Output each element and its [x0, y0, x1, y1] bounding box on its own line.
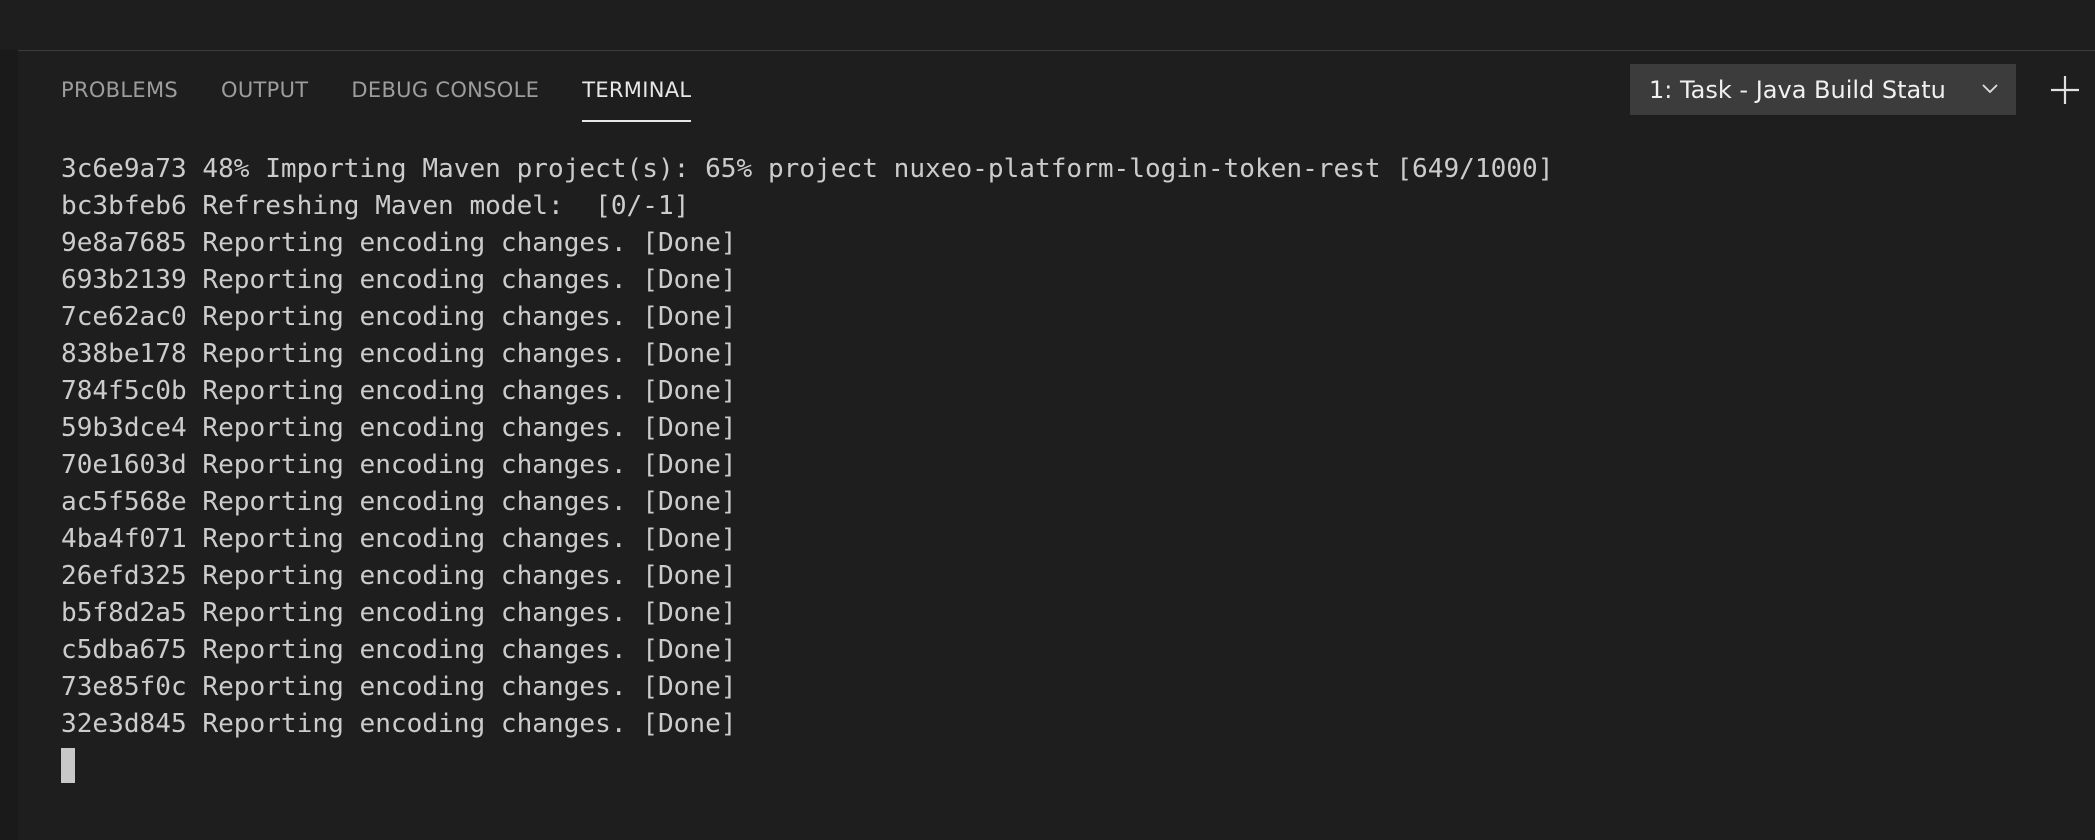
tab-problems[interactable]: PROBLEMS — [61, 51, 178, 123]
terminal-output[interactable]: 3c6e9a73 48% Importing Maven project(s):… — [61, 151, 2071, 783]
terminal-line: 7ce62ac0 Reporting encoding changes. [Do… — [61, 302, 737, 332]
plus-icon[interactable] — [2048, 73, 2082, 107]
terminal-line: 4ba4f071 Reporting encoding changes. [Do… — [61, 524, 737, 554]
terminal-task-dropdown[interactable]: 1: Task - Java Build Statu — [1630, 64, 2016, 115]
terminal-line: 70e1603d Reporting encoding changes. [Do… — [61, 450, 737, 480]
bottom-panel: PROBLEMS OUTPUT DEBUG CONSOLE TERMINAL 1… — [18, 50, 2095, 840]
terminal-line: 3c6e9a73 48% Importing Maven project(s):… — [61, 154, 1554, 184]
terminal-line: 59b3dce4 Reporting encoding changes. [Do… — [61, 413, 737, 443]
editor-area — [0, 0, 2095, 50]
activity-edge — [0, 50, 18, 840]
terminal-line: b5f8d2a5 Reporting encoding changes. [Do… — [61, 598, 737, 628]
terminal-cursor — [61, 748, 75, 783]
terminal-task-label: 1: Task - Java Build Statu — [1649, 75, 1946, 104]
tab-output[interactable]: OUTPUT — [221, 51, 308, 123]
terminal-line: ac5f568e Reporting encoding changes. [Do… — [61, 487, 737, 517]
terminal-line: 9e8a7685 Reporting encoding changes. [Do… — [61, 228, 737, 258]
terminal-line: bc3bfeb6 Refreshing Maven model: [0/-1] — [61, 191, 690, 221]
terminal-line: 838be178 Reporting encoding changes. [Do… — [61, 339, 737, 369]
terminal-line: c5dba675 Reporting encoding changes. [Do… — [61, 635, 737, 665]
tab-debug-console[interactable]: DEBUG CONSOLE — [351, 51, 539, 123]
terminal-line: 26efd325 Reporting encoding changes. [Do… — [61, 561, 737, 591]
panel-tabs: PROBLEMS OUTPUT DEBUG CONSOLE TERMINAL — [61, 51, 734, 123]
chevron-down-icon — [1982, 84, 1998, 94]
terminal-line: 693b2139 Reporting encoding changes. [Do… — [61, 265, 737, 295]
tab-terminal[interactable]: TERMINAL — [582, 51, 692, 123]
terminal-line: 73e85f0c Reporting encoding changes. [Do… — [61, 672, 737, 702]
terminal-line: 784f5c0b Reporting encoding changes. [Do… — [61, 376, 737, 406]
terminal-line: 32e3d845 Reporting encoding changes. [Do… — [61, 709, 737, 739]
